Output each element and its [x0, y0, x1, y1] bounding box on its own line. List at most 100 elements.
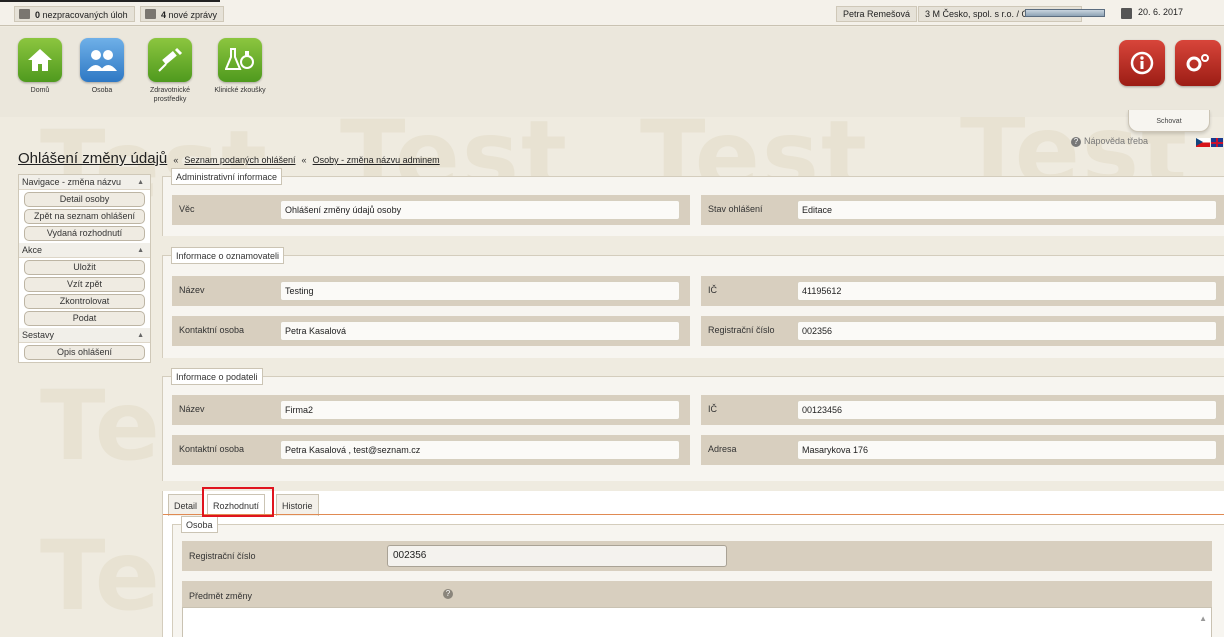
- info-icon: [1119, 40, 1165, 86]
- app-home[interactable]: Domů: [10, 38, 70, 95]
- change-subject-label: Předmět změny: [189, 591, 253, 601]
- section-legend: Osoba: [181, 516, 218, 533]
- user-name[interactable]: Petra Remešová: [836, 6, 918, 22]
- state-value: Editace: [797, 200, 1217, 220]
- section-legend: Informace o oznamovateli: [171, 247, 285, 264]
- help-icon: ?: [1071, 137, 1081, 147]
- app-clinical-trials[interactable]: Klinické zkoušky: [210, 38, 270, 95]
- app-medical-devices-label: Zdravotnické prostředky: [149, 87, 191, 103]
- calendar-icon: [1121, 8, 1132, 19]
- submitter-address-row: Adresa Masarykova 176: [701, 435, 1224, 465]
- nav-section-navigation[interactable]: Navigace - změna názvu ▲: [19, 175, 150, 190]
- scroll-up-icon[interactable]: ▲: [1199, 614, 1207, 623]
- section-legend: Informace o podateli: [171, 368, 263, 385]
- nav-section-reports[interactable]: Sestavy ▲: [19, 328, 150, 343]
- state-row: Stav ohlášení Editace: [701, 195, 1224, 225]
- contact-label: Kontaktní osoba: [179, 444, 245, 454]
- subject-value: Ohlášení změny údajů osoby: [280, 200, 680, 220]
- nav-back-to-list-button[interactable]: Zpět na seznam ohlášení: [24, 209, 145, 224]
- page-title: Ohlášení změny údajů: [18, 150, 168, 167]
- notifier-reg-row: Registrační číslo 002356: [701, 316, 1224, 346]
- app-header: Domů Osoba Zdravotnické prostředky Klini…: [0, 27, 1224, 117]
- submitter-contact-row: Kontaktní osoba Petra Kasalová , test@se…: [172, 435, 690, 465]
- breadcrumb-link-person-rename[interactable]: Osoby - změna názvu adminem: [313, 155, 440, 165]
- ic-label: IČ: [708, 404, 717, 414]
- app-medical-devices[interactable]: Zdravotnické prostředky: [140, 38, 200, 104]
- nav-section-title: Akce: [22, 245, 43, 255]
- app-person[interactable]: Osoba: [72, 38, 132, 95]
- hide-header-button[interactable]: Schovat: [1128, 110, 1210, 132]
- info-icon[interactable]: ?: [443, 589, 453, 599]
- collapse-arrow-icon: ▲: [137, 179, 144, 186]
- check-button[interactable]: Zkontrolovat: [24, 294, 145, 309]
- contact-value: Petra Kasalová , test@seznam.cz: [280, 440, 680, 460]
- house-icon: [18, 38, 62, 82]
- help-link[interactable]: ? Nápověda třeba: [1071, 136, 1148, 147]
- english-flag-icon[interactable]: [1211, 138, 1223, 147]
- reg-label: Registrační číslo: [708, 325, 775, 335]
- messages-count: 4: [161, 10, 167, 20]
- collapse-arrow-icon: ▲: [137, 332, 144, 339]
- nav-issued-decisions-button[interactable]: Vydaná rozhodnutí: [24, 226, 145, 241]
- nav-detail-person-button[interactable]: Detail osoby: [24, 192, 145, 207]
- report-copy-button[interactable]: Opis ohlášení: [24, 345, 145, 360]
- people-icon: [80, 38, 124, 82]
- collapse-arrow-icon: ▲: [137, 247, 144, 254]
- settings-button[interactable]: [1172, 40, 1224, 86]
- top-edge-line: [0, 0, 220, 2]
- notifier-ic-row: IČ 41195612: [701, 276, 1224, 306]
- breadcrumb: Ohlášení změny údajů « Seznam podaných o…: [18, 150, 440, 167]
- subject-row: Věc Ohlášení změny údajů osoby: [172, 195, 690, 225]
- app-home-label: Domů: [30, 87, 50, 94]
- notifier-info-section: Informace o oznamovateli Název Testing I…: [162, 247, 1224, 358]
- name-label: Název: [179, 404, 205, 414]
- reg-value: 002356: [797, 321, 1217, 341]
- tab-underline: [163, 514, 1224, 515]
- change-subject-textarea[interactable]: ▲: [182, 607, 1212, 637]
- breadcrumb-separator: «: [301, 155, 307, 165]
- address-value: Masarykova 176: [797, 440, 1217, 460]
- top-status-bar: 0 nezpracovaných úloh 4 nové zprávy Petr…: [0, 0, 1224, 26]
- session-progress-bar: [1025, 9, 1105, 17]
- flask-icon: [218, 38, 262, 82]
- syringe-icon: [148, 38, 192, 82]
- contact-value: Petra Kasalová: [280, 321, 680, 341]
- state-label: Stav ohlášení: [708, 204, 763, 214]
- subject-label: Věc: [179, 204, 195, 214]
- submitter-info-section: Informace o podateli Název Firma2 IČ 001…: [162, 368, 1224, 481]
- gears-icon: [1175, 40, 1221, 86]
- current-date: 20. 6. 2017: [1138, 7, 1184, 17]
- nav-section-title: Sestavy: [22, 330, 55, 340]
- left-navigation: Navigace - změna názvu ▲ Detail osoby Zpě…: [18, 174, 151, 363]
- messages-label: nové zprávy: [168, 10, 218, 20]
- czech-flag-icon[interactable]: [1196, 138, 1210, 147]
- unprocessed-tasks[interactable]: 0 nezpracovaných úloh: [14, 6, 135, 22]
- name-value: Testing: [280, 281, 680, 301]
- tab-detail[interactable]: Detail: [168, 494, 204, 516]
- breadcrumb-link-submitted-list[interactable]: Seznam podaných ohlášení: [184, 155, 295, 165]
- language-switcher: [1196, 138, 1223, 147]
- mail-icon: [145, 9, 156, 19]
- withdraw-button[interactable]: Vzít zpět: [24, 277, 145, 292]
- nav-section-actions[interactable]: Akce ▲: [19, 243, 150, 258]
- submitter-name-row: Název Firma2: [172, 395, 690, 425]
- contact-label: Kontaktní osoba: [179, 325, 245, 335]
- address-label: Adresa: [708, 444, 737, 454]
- new-messages[interactable]: 4 nové zprávy: [140, 6, 225, 22]
- save-button[interactable]: Uložit: [24, 260, 145, 275]
- notifier-contact-row: Kontaktní osoba Petra Kasalová: [172, 316, 690, 346]
- breadcrumb-separator: «: [173, 155, 179, 165]
- app-clinical-trials-label: Klinické zkoušky: [214, 87, 266, 94]
- submit-button[interactable]: Podat: [24, 311, 145, 326]
- info-button[interactable]: [1117, 40, 1167, 86]
- name-label: Název: [179, 285, 205, 295]
- highlight-box: [202, 487, 274, 517]
- reg-label: Registrační číslo: [189, 551, 256, 561]
- tasks-icon: [19, 9, 30, 19]
- ic-value: 00123456: [797, 400, 1217, 420]
- reg-value-field[interactable]: 002356: [387, 545, 727, 567]
- name-value: Firma2: [280, 400, 680, 420]
- tab-history[interactable]: Historie: [276, 494, 319, 516]
- ic-label: IČ: [708, 285, 717, 295]
- submitter-ic-row: IČ 00123456: [701, 395, 1224, 425]
